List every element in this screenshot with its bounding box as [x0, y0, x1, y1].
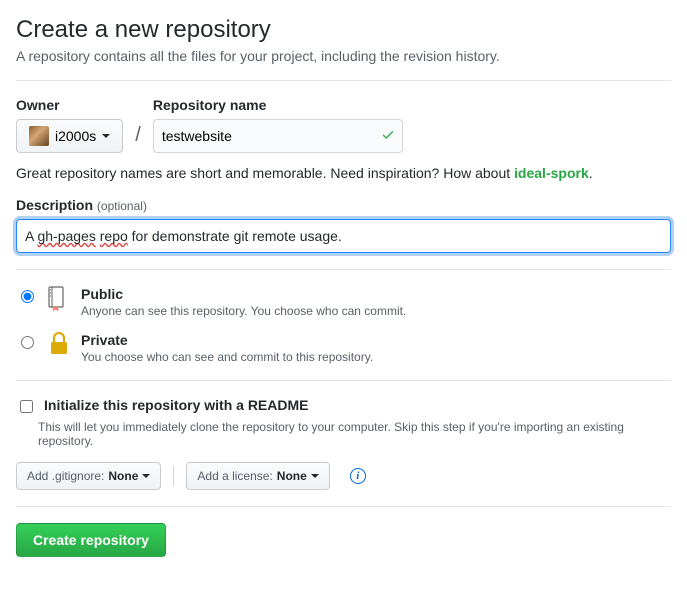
avatar: [29, 126, 49, 146]
divider: [16, 269, 671, 270]
private-title: Private: [81, 332, 373, 348]
name-hint: Great repository names are short and mem…: [16, 165, 671, 181]
divider: [16, 506, 671, 507]
page-subtitle: A repository contains all the files for …: [16, 48, 671, 64]
lock-icon: [47, 332, 71, 356]
repo-icon: [47, 286, 71, 312]
chevron-down-icon: [102, 134, 110, 138]
private-subtitle: You choose who can see and commit to thi…: [81, 350, 373, 364]
readme-subtitle: This will let you immediately clone the …: [38, 420, 671, 448]
readme-label: Initialize this repository with a README: [44, 397, 308, 413]
repo-name-input[interactable]: [153, 119, 403, 153]
owner-username: i2000s: [55, 126, 96, 146]
description-input[interactable]: A gh-pages repo for demonstrate git remo…: [16, 219, 671, 253]
gitignore-dropdown[interactable]: Add .gitignore: None: [16, 462, 161, 490]
slash-separator: /: [135, 124, 141, 153]
divider: [173, 466, 174, 486]
create-repository-button[interactable]: Create repository: [16, 523, 166, 557]
public-radio[interactable]: [21, 290, 34, 303]
owner-label: Owner: [16, 97, 123, 113]
divider: [16, 380, 671, 381]
repo-name-label: Repository name: [153, 97, 403, 113]
chevron-down-icon: [311, 474, 319, 478]
info-icon[interactable]: i: [350, 468, 366, 484]
readme-checkbox[interactable]: [20, 400, 33, 413]
owner-dropdown[interactable]: i2000s: [16, 119, 123, 153]
page-title: Create a new repository: [16, 16, 671, 44]
description-label: Description (optional): [16, 197, 671, 213]
suggestion-link[interactable]: ideal-spork: [514, 165, 589, 181]
public-title: Public: [81, 286, 406, 302]
chevron-down-icon: [142, 474, 150, 478]
license-dropdown[interactable]: Add a license: None: [186, 462, 329, 490]
divider: [16, 80, 671, 81]
public-subtitle: Anyone can see this repository. You choo…: [81, 304, 406, 318]
private-radio[interactable]: [21, 336, 34, 349]
